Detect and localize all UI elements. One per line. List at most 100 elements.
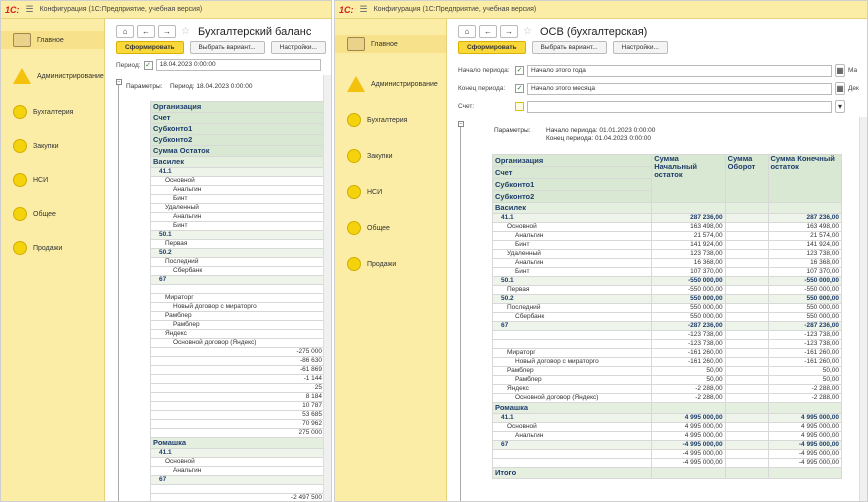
collapse-toggle[interactable]: − (458, 121, 464, 127)
table-row: Основной (150, 176, 325, 186)
value-cell: 123 738,00 (651, 249, 726, 259)
table-row: Основной договор (Яндекс) (150, 338, 325, 348)
value-cell (724, 348, 769, 358)
table-row (150, 284, 325, 294)
value-cell: 287 236,00 (651, 213, 726, 223)
select-variant-button[interactable]: Выбрать вариант... (189, 41, 265, 54)
value-cell: -161 260,00 (651, 348, 726, 358)
value-cell (724, 285, 769, 295)
column-start-balance: Сумма Начальный остаток (651, 154, 726, 203)
warning-icon (13, 68, 31, 84)
value-cell (724, 449, 769, 459)
sidebar-item-0[interactable]: Главное (1, 31, 104, 49)
start-period-checkbox[interactable]: ✓ (515, 66, 524, 75)
circle-icon (347, 149, 361, 163)
forward-button[interactable]: → (500, 25, 518, 38)
sidebar-item-2[interactable]: Бухгалтерия (1, 103, 104, 121)
period-checkbox[interactable]: ✓ (143, 60, 153, 70)
sidebar-item-5[interactable]: Общее (335, 219, 446, 237)
circle-icon (13, 207, 27, 221)
value-cell: 50,00 (767, 366, 843, 376)
value-cell (724, 294, 769, 304)
column-header: Счет (150, 112, 325, 124)
title-bar: 1С: ☰ Конфигурация (1С:Предприятие, учеб… (335, 1, 867, 19)
value-cell: -2 288,00 (651, 384, 726, 394)
report-table: Организация Сумма Начальный остаток Сумма … (491, 154, 843, 479)
table-cell: Анальгин (150, 466, 325, 476)
sidebar-item-3[interactable]: Закупки (1, 137, 104, 155)
scrollbar[interactable] (859, 117, 867, 501)
value-cell: -550 000,00 (651, 276, 726, 286)
value-cell: 123 738,00 (767, 249, 843, 259)
sidebar-item-0[interactable]: Главное (335, 35, 446, 53)
circle-icon (13, 173, 27, 187)
table-cell: Василек (150, 156, 325, 168)
table-cell: 67 (491, 440, 653, 450)
home-icon[interactable]: ⌂ (116, 25, 134, 38)
collapse-toggle[interactable]: − (116, 79, 122, 85)
sidebar-item-1[interactable]: Администрирование (1, 67, 104, 85)
table-cell: 41.1 (150, 448, 325, 458)
table-row: 41.1 287 236,00 287 236,00 (491, 213, 843, 223)
forward-button[interactable]: → (158, 25, 176, 38)
table-cell: Рамблер (150, 311, 325, 321)
calendar-icon[interactable]: ▦ (835, 82, 845, 95)
sidebar-item-6[interactable]: Продажи (1, 239, 104, 257)
sidebar-item-4[interactable]: НСИ (335, 183, 446, 201)
value-cell: 16 368,00 (651, 258, 726, 268)
sidebar-item-6[interactable]: Продажи (335, 255, 446, 273)
end-period-field[interactable]: Начало этого месяца (527, 82, 832, 95)
start-period-field[interactable]: Начало этого года (527, 64, 832, 77)
value-cell: 107 370,00 (651, 267, 726, 277)
account-field[interactable] (527, 100, 832, 113)
value-cell (767, 467, 843, 479)
dropdown-icon[interactable]: ▾ (835, 100, 845, 113)
table-cell: 25 (150, 383, 325, 393)
sidebar-item-1[interactable]: Администрирование (335, 75, 446, 93)
value-cell: 4 995 000,00 (767, 431, 843, 441)
table-row: 50.2 550 000,00 550 000,00 (491, 294, 843, 304)
menu-icon[interactable]: ☰ (26, 4, 34, 15)
value-cell (767, 402, 843, 414)
home-icon[interactable]: ⌂ (458, 25, 476, 38)
scrollbar[interactable] (323, 75, 331, 501)
account-checkbox[interactable] (515, 102, 524, 111)
value-cell (767, 202, 843, 214)
table-row: 70 962 (150, 419, 325, 429)
select-variant-button[interactable]: Выбрать вариант... (531, 41, 607, 54)
table-row: -123 738,00 -123 738,00 (491, 330, 843, 340)
end-period-checkbox[interactable]: ✓ (515, 84, 524, 93)
table-cell: Итого (491, 467, 653, 479)
table-cell: Мираторг (150, 293, 325, 303)
generate-button[interactable]: Сформировать (116, 41, 184, 54)
table-cell: Сбербанк (491, 312, 653, 322)
value-cell: -123 738,00 (651, 330, 726, 340)
table-cell (491, 330, 653, 340)
table-row: Сбербанк (150, 266, 325, 276)
sidebar-item-5[interactable]: Общее (1, 205, 104, 223)
value-cell (724, 384, 769, 394)
calendar-icon[interactable]: ▦ (835, 64, 845, 77)
params-start: Начало периода: 01.01.2023 0:00:00 (546, 127, 656, 134)
params-period: Период: 18.04.2023 0:00:00 (170, 83, 253, 90)
sidebar-item-3[interactable]: Закупки (335, 147, 446, 165)
sidebar-item-4[interactable]: НСИ (1, 171, 104, 189)
value-cell: -287 236,00 (651, 321, 726, 331)
desk-icon (347, 37, 365, 51)
favorite-star-icon[interactable]: ☆ (181, 26, 190, 37)
menu-icon[interactable]: ☰ (360, 4, 368, 15)
sidebar-item-label: Бухгалтерия (33, 108, 74, 116)
sidebar-item-2[interactable]: Бухгалтерия (335, 111, 446, 129)
back-button[interactable]: ← (137, 25, 155, 38)
generate-button[interactable]: Сформировать (458, 41, 526, 54)
back-button[interactable]: ← (479, 25, 497, 38)
value-cell (651, 202, 726, 214)
value-cell (724, 267, 769, 277)
table-cell: Бинт (491, 267, 653, 277)
settings-button[interactable]: Настройки... (612, 41, 668, 54)
settings-button[interactable]: Настройки... (270, 41, 326, 54)
table-cell: 70 962 (150, 419, 325, 429)
period-field[interactable]: 18.04.2023 0:00:00 (155, 59, 321, 71)
table-cell: Рамблер (491, 366, 653, 376)
favorite-star-icon[interactable]: ☆ (523, 26, 532, 37)
